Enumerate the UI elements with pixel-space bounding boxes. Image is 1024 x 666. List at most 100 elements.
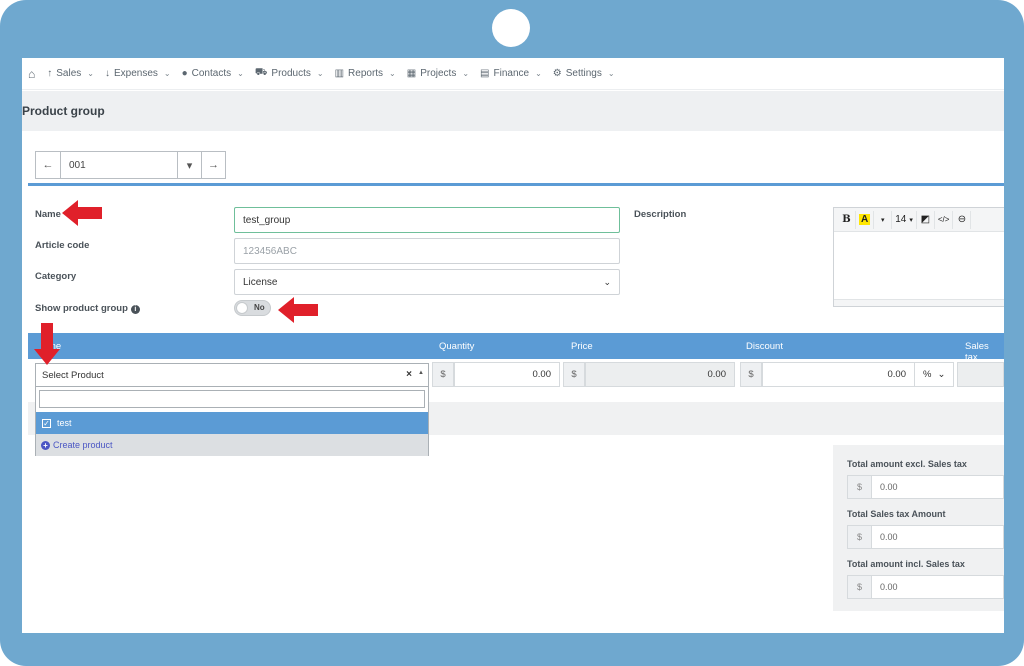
category-select[interactable]: License ⌄	[234, 269, 620, 295]
discount-input[interactable]: 0.00	[762, 362, 915, 387]
product-select[interactable]: Select Product × ▲	[35, 363, 429, 387]
device-frame: ⌂ ↑ Sales ⌄ ↓ Expenses ⌄ ● Contacts ⌄ ⛟ …	[0, 0, 1024, 666]
total-incl-currency: $	[847, 575, 872, 599]
totals-panel: Total amount excl. Sales tax $ 0.00 Tota…	[833, 445, 1004, 611]
arrow-up-icon: ↑	[47, 68, 53, 79]
chevron-down-icon: ⌄	[607, 69, 615, 78]
discount-currency: $	[740, 362, 762, 387]
price-input[interactable]: 0.00	[585, 362, 735, 387]
product-option-label: test	[57, 418, 72, 428]
nav-label: Projects	[420, 68, 457, 79]
editor-resize-bar[interactable]	[834, 299, 1004, 306]
name-label: Name	[35, 209, 61, 220]
cart-icon: ⛟	[254, 67, 268, 78]
product-search-input[interactable]	[39, 390, 425, 408]
page-title: Product group	[22, 104, 105, 118]
toggle-state: No	[254, 303, 265, 312]
gear-icon: ⚙	[552, 68, 562, 79]
highlight-glyph: A	[859, 214, 871, 225]
money-icon: ▤	[480, 68, 490, 79]
header-discount: Discount	[746, 341, 783, 352]
show-product-group-label: Show product group i	[35, 303, 140, 314]
camera-dot	[492, 9, 530, 47]
prev-record-button[interactable]: ←	[36, 152, 60, 178]
chevron-down-icon: ⌄	[535, 69, 542, 78]
article-code-label: Article code	[35, 240, 90, 251]
discount-unit-select[interactable]: % ⌄	[914, 362, 954, 387]
red-arrow-icon	[62, 200, 102, 226]
total-excl-value: 0.00	[871, 475, 1004, 499]
chevron-down-icon: ⌄	[163, 69, 171, 78]
description-editor[interactable]: B A ▾ 14 ▾ ◩ </> ⊖	[833, 207, 1004, 307]
discount-unit-value: %	[923, 369, 932, 380]
chevron-down-icon: ⌄	[316, 69, 324, 78]
nav-finance[interactable]: ▤ Finance ⌄	[480, 68, 542, 79]
calendar-icon: ▦	[406, 68, 417, 79]
nav-reports[interactable]: ▥ Reports ⌄	[335, 68, 396, 79]
article-code-input[interactable]: 123456ABC	[234, 238, 620, 264]
highlight-dropdown-icon[interactable]: ▾	[874, 210, 893, 229]
nav-label: Expenses	[113, 68, 158, 79]
nav-contacts[interactable]: ● Contacts ⌄	[182, 68, 244, 79]
plus-circle-icon: +	[41, 440, 50, 450]
show-product-group-text: Show product group	[35, 303, 128, 314]
chevron-down-icon: ⌄	[462, 69, 470, 78]
quantity-input[interactable]: 0.00	[454, 362, 560, 387]
nav-expenses[interactable]: ↓ Expenses ⌄	[105, 68, 171, 79]
editor-toolbar: B A ▾ 14 ▾ ◩ </> ⊖	[834, 208, 1004, 232]
toggle-knob	[236, 302, 248, 314]
font-size-value: 14	[895, 214, 907, 225]
total-tax-currency: $	[847, 525, 872, 549]
total-excl-label: Total amount excl. Sales tax	[847, 459, 967, 469]
quantity-currency: $	[432, 362, 454, 387]
code-icon[interactable]: </>	[935, 210, 954, 229]
chevron-down-icon: ▾	[909, 216, 913, 224]
description-label: Description	[634, 209, 687, 220]
next-record-button[interactable]: →	[201, 152, 225, 178]
show-product-group-toggle[interactable]: No	[234, 300, 271, 316]
sales-tax-select[interactable]	[957, 362, 1004, 387]
chevron-down-icon: ⌄	[389, 69, 396, 78]
user-icon: ●	[181, 68, 188, 79]
eraser-icon[interactable]: ◩	[917, 210, 935, 229]
home-icon[interactable]: ⌂	[28, 67, 35, 81]
red-arrow-icon	[278, 297, 318, 323]
product-option[interactable]: ✓ test	[36, 412, 428, 434]
nav-sales[interactable]: ↑ Sales ⌄	[47, 68, 94, 79]
price-currency: $	[563, 362, 585, 387]
create-product-button[interactable]: + Create product	[36, 434, 428, 456]
font-size-select[interactable]: 14 ▾	[892, 210, 917, 229]
product-dropdown: ✓ test + Create product	[35, 386, 429, 456]
app-screen: ⌂ ↑ Sales ⌄ ↓ Expenses ⌄ ● Contacts ⌄ ⛟ …	[22, 58, 1004, 633]
nav-projects[interactable]: ▦ Projects ⌄	[407, 68, 469, 79]
record-dropdown-button[interactable]: ▾	[177, 152, 201, 178]
chevron-down-icon: ⌄	[603, 277, 611, 287]
lines-table-header: me Quantity Price Discount Sales tax	[28, 333, 1004, 363]
nav-label: Reports	[348, 68, 384, 79]
section-divider	[28, 183, 1004, 186]
record-number[interactable]: 001	[60, 152, 177, 178]
create-product-label: Create product	[53, 440, 113, 450]
clear-icon[interactable]: ×	[406, 369, 412, 380]
arrow-down-icon: ↓	[104, 68, 110, 79]
nav-label: Sales	[56, 68, 82, 79]
record-navigator: ← 001 ▾ →	[35, 151, 226, 179]
name-input[interactable]: test_group	[234, 207, 620, 233]
total-tax-label: Total Sales tax Amount	[847, 509, 946, 519]
link-icon[interactable]: ⊖	[953, 210, 972, 229]
total-tax-value: 0.00	[871, 525, 1004, 549]
bold-button[interactable]: B	[838, 210, 856, 229]
product-select-placeholder: Select Product	[42, 369, 104, 381]
chevron-down-icon: ⌄	[237, 69, 244, 78]
info-icon[interactable]: i	[130, 305, 140, 314]
chevron-down-icon: ⌄	[87, 69, 94, 78]
page-header: Product group	[22, 91, 1004, 131]
nav-settings[interactable]: ⚙ Settings ⌄	[553, 68, 615, 79]
highlight-button[interactable]: A	[856, 210, 875, 229]
total-incl-label: Total amount incl. Sales tax	[847, 559, 965, 569]
chevron-down-icon: ⌄	[937, 369, 946, 380]
nav-products[interactable]: ⛟ Products ⌄	[255, 67, 324, 80]
checkbox-checked-icon: ✓	[42, 418, 51, 428]
category-label: Category	[35, 271, 77, 282]
total-excl-currency: $	[847, 475, 872, 499]
